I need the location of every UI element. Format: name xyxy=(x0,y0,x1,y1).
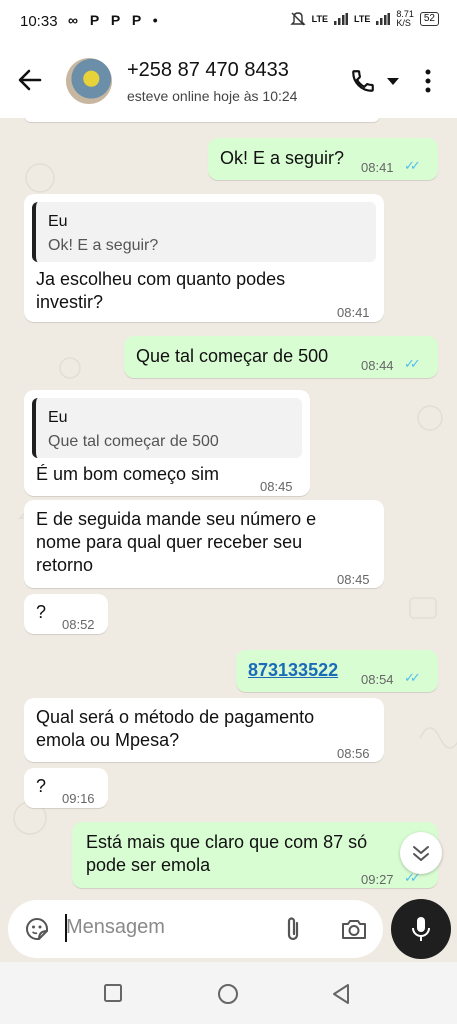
chat-area[interactable]: Ok! E a seguir? 08:41 ✓✓ Eu Ok! E a segu… xyxy=(0,118,457,896)
message-bubble-in[interactable]: E de seguida mande seu número e nome par… xyxy=(24,500,384,588)
message-bubble-in[interactable]: Eu Que tal começar de 500 É um bom começ… xyxy=(24,390,310,496)
nav-back-icon[interactable] xyxy=(331,983,351,1005)
scroll-down-button[interactable] xyxy=(400,832,442,874)
notification-icons: ∞ P P P • xyxy=(68,12,162,28)
mute-icon xyxy=(289,12,306,26)
network-type: LTE xyxy=(311,14,328,24)
mic-icon xyxy=(412,917,430,941)
status-right-icons: LTE LTE 8.71 K/S 52 xyxy=(289,10,439,28)
nav-home-icon[interactable] xyxy=(217,983,239,1005)
speed-unit: K/S xyxy=(396,18,411,28)
message-time: 09:16 xyxy=(62,791,95,806)
quoted-message[interactable]: Eu Ok! E a seguir? xyxy=(32,202,376,262)
back-arrow-icon[interactable] xyxy=(16,66,44,94)
network-type-2: LTE xyxy=(354,14,371,24)
data-speed: 8.71 K/S xyxy=(396,10,414,28)
message-bubble-out[interactable]: Ok! E a seguir? 08:41 ✓✓ xyxy=(208,138,438,180)
message-bubble-out[interactable]: Está mais que claro que com 87 só pode s… xyxy=(72,822,438,888)
message-time: 08:44 xyxy=(361,358,394,373)
more-icon[interactable] xyxy=(420,68,436,94)
quote-text: Ok! E a seguir? xyxy=(48,237,159,254)
message-text: ? xyxy=(36,776,47,796)
message-time: 08:45 xyxy=(337,572,370,587)
contact-name[interactable]: +258 87 470 8433 xyxy=(127,59,289,82)
scroll-down-icon xyxy=(413,846,429,861)
partial-message-bubble xyxy=(24,118,380,122)
message-bubble-in[interactable]: ? 09:16 xyxy=(24,768,108,808)
message-text: Está mais que claro que com 87 só pode s… xyxy=(86,832,368,875)
message-text: É um bom começo sim xyxy=(36,464,220,484)
message-text: Ja escolheu com quanto podes investir? xyxy=(36,269,286,312)
avatar[interactable] xyxy=(66,58,112,104)
message-input[interactable] xyxy=(66,916,266,939)
message-bubble-out[interactable]: Que tal começar de 500 08:44 ✓✓ xyxy=(124,336,438,378)
message-text: ? xyxy=(36,602,47,622)
message-time: 08:41 xyxy=(361,160,394,175)
message-text: Ok! E a seguir? xyxy=(220,148,345,168)
dropdown-icon[interactable] xyxy=(386,77,400,87)
message-text: Que tal começar de 500 xyxy=(136,346,329,366)
message-time: 08:54 xyxy=(361,672,394,687)
contact-status: esteve online hoje às 10:24 xyxy=(127,88,298,104)
composer-pill xyxy=(8,900,383,958)
status-time: 10:33 xyxy=(20,13,58,30)
composer-bar xyxy=(0,896,457,962)
nav-recents-icon[interactable] xyxy=(104,984,122,1002)
message-time: 09:27 xyxy=(361,872,394,887)
message-text: E de seguida mande seu número e nome par… xyxy=(36,509,317,575)
message-time: 08:41 xyxy=(337,305,370,320)
mic-button[interactable] xyxy=(391,899,451,959)
message-bubble-in[interactable]: ? 08:52 xyxy=(24,594,108,634)
attach-icon[interactable] xyxy=(283,915,303,943)
read-ticks-icon: ✓✓ xyxy=(404,670,421,685)
message-bubble-in[interactable]: Qual será o método de pagamento emola ou… xyxy=(24,698,384,762)
message-time: 08:56 xyxy=(337,746,370,761)
signal-icon xyxy=(334,13,348,25)
quote-author: Eu xyxy=(48,213,68,230)
phone-number-link[interactable]: 873133522 xyxy=(248,659,338,682)
message-bubble-in[interactable]: Eu Ok! E a seguir? Ja escolheu com quant… xyxy=(24,194,384,322)
quote-text: Que tal começar de 500 xyxy=(48,433,219,450)
message-time: 08:52 xyxy=(62,617,95,632)
status-bar: 10:33 ∞ P P P • LTE LTE 8.71 K/S 52 xyxy=(0,0,457,44)
battery-icon: 52 xyxy=(419,12,439,26)
quote-author: Eu xyxy=(48,409,68,426)
quoted-message[interactable]: Eu Que tal começar de 500 xyxy=(32,398,302,458)
read-ticks-icon: ✓✓ xyxy=(404,356,421,371)
message-bubble-out[interactable]: 873133522 08:54 ✓✓ xyxy=(236,650,438,692)
sticker-icon[interactable] xyxy=(24,916,50,942)
system-nav-bar xyxy=(0,962,457,1024)
message-time: 08:45 xyxy=(260,479,293,494)
signal-icon-2 xyxy=(376,13,391,25)
phone-icon[interactable] xyxy=(350,68,376,94)
chat-header: +258 87 470 8433 esteve online hoje às 1… xyxy=(0,44,457,118)
read-ticks-icon: ✓✓ xyxy=(404,158,421,173)
camera-icon[interactable] xyxy=(340,917,368,941)
message-text: Qual será o método de pagamento emola ou… xyxy=(36,707,315,750)
